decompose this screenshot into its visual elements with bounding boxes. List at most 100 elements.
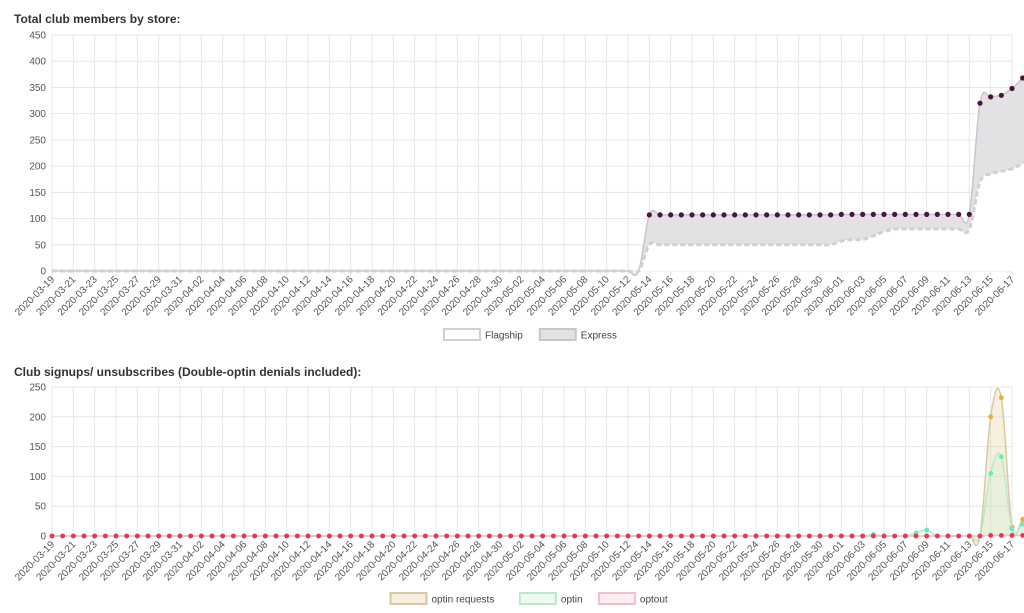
data-point [156, 533, 162, 539]
data-point [465, 533, 471, 539]
data-point [316, 533, 322, 539]
series-line-1 [52, 452, 1024, 542]
data-point [70, 533, 76, 539]
data-point [1009, 85, 1015, 92]
data-point [476, 533, 482, 539]
data-point [998, 533, 1004, 538]
data-point [380, 533, 386, 539]
series-area-1 [52, 453, 1024, 541]
data-point [828, 533, 834, 539]
data-point [817, 212, 823, 218]
legend-item[interactable]: Flagship [443, 328, 523, 342]
data-point [166, 533, 172, 539]
data-point [348, 533, 354, 539]
data-point [369, 533, 375, 539]
legend-label: Flagship [485, 331, 523, 342]
y-tick-label: 450 [29, 31, 46, 42]
legend-label: optin [561, 595, 583, 606]
data-point [1009, 533, 1015, 538]
data-point [689, 212, 695, 218]
data-point [806, 212, 812, 218]
y-tick-label: 150 [29, 188, 46, 199]
data-point [945, 533, 951, 539]
data-point [572, 533, 578, 539]
data-point [924, 211, 930, 217]
data-point [732, 533, 738, 539]
data-point [668, 212, 674, 218]
data-point [764, 533, 770, 539]
y-tick-label: 400 [29, 57, 46, 68]
data-point [689, 533, 695, 539]
data-point [902, 533, 908, 539]
data-point [678, 212, 684, 218]
data-point [998, 92, 1004, 98]
legend-swatch [518, 592, 557, 605]
data-point [230, 533, 236, 539]
data-point [934, 211, 940, 217]
data-point [721, 533, 727, 539]
y-tick-label: 100 [29, 472, 46, 483]
data-point [678, 533, 684, 539]
legend-item[interactable]: Express [538, 328, 617, 342]
data-point [284, 533, 290, 539]
data-point [497, 533, 503, 539]
legend-item[interactable]: optin requests [389, 592, 495, 606]
data-point [998, 454, 1004, 460]
data-point [604, 533, 610, 539]
chart-1: 0501001502002502020-03-192020-03-212020-… [13, 383, 1024, 606]
data-point [870, 211, 876, 217]
legend: Flagship Express [443, 328, 617, 342]
y-tick-label: 100 [29, 214, 46, 225]
legend: optin requests optin optout [389, 592, 668, 606]
data-point [710, 212, 716, 218]
data-point [550, 533, 556, 539]
data-point [582, 533, 588, 539]
data-point [220, 533, 226, 539]
data-point [838, 211, 844, 217]
data-point [273, 533, 279, 539]
data-point [956, 533, 962, 539]
data-point [988, 471, 994, 476]
data-point [988, 94, 994, 100]
charts-canvas: 0501001502002503003504004502020-03-19202… [13, 31, 1024, 606]
legend-swatch [389, 592, 428, 605]
series-line-0 [52, 387, 1024, 547]
data-point [102, 533, 108, 539]
data-point [625, 533, 631, 539]
data-point [934, 533, 940, 539]
data-point [124, 533, 130, 539]
data-point [902, 211, 908, 217]
data-point [188, 533, 194, 539]
data-point [838, 533, 844, 539]
data-point [508, 533, 514, 539]
data-point [977, 533, 983, 539]
legend-label: optout [640, 595, 668, 606]
data-point [753, 533, 759, 539]
data-point [177, 533, 183, 539]
legend-item[interactable]: optin [518, 592, 583, 606]
data-point [753, 212, 759, 218]
y-tick-label: 200 [29, 412, 46, 423]
data-point [92, 533, 98, 539]
data-point [956, 211, 962, 217]
data-point [412, 533, 418, 539]
data-point [657, 212, 663, 218]
data-point [614, 533, 620, 539]
y-tick-label: 300 [29, 109, 46, 120]
data-point [305, 533, 311, 539]
y-tick-label: 0 [40, 532, 46, 543]
y-tick-label: 0 [40, 267, 46, 278]
data-point [977, 100, 983, 106]
data-point [636, 533, 642, 539]
data-point [593, 533, 599, 539]
data-point [924, 533, 930, 539]
legend-item[interactable]: optout [597, 592, 668, 606]
data-point [721, 212, 727, 218]
data-point [870, 533, 876, 539]
series-area-0 [52, 162, 1024, 274]
data-point [326, 533, 332, 539]
data-point [700, 212, 706, 218]
legend-swatch [538, 328, 577, 341]
data-point [881, 533, 887, 539]
data-point [540, 533, 546, 539]
